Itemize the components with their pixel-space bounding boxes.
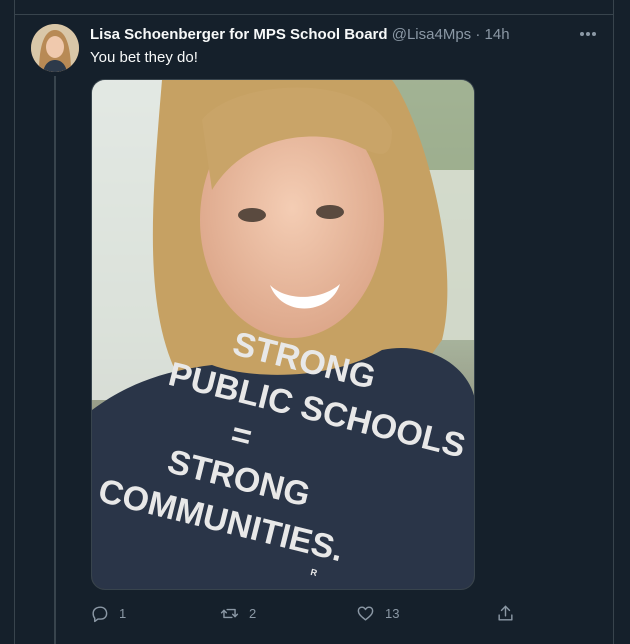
thread-line bbox=[54, 76, 56, 644]
share-icon bbox=[498, 605, 513, 621]
divider bbox=[14, 14, 614, 15]
reply-count: 1 bbox=[119, 605, 127, 621]
author-handle[interactable]: @Lisa4Mps bbox=[392, 26, 471, 43]
like-icon bbox=[357, 605, 374, 621]
like-button[interactable]: 13 bbox=[356, 600, 399, 626]
tweet-header: Lisa Schoenberger for MPS School Board @… bbox=[90, 26, 510, 44]
share-button[interactable] bbox=[496, 600, 515, 626]
retweet-count: 2 bbox=[249, 605, 257, 621]
tweet-actions: 1 2 13 bbox=[90, 600, 520, 626]
timestamp[interactable]: 14h bbox=[485, 26, 510, 43]
author-name[interactable]: Lisa Schoenberger for MPS School Board bbox=[90, 26, 388, 43]
tweet-text: You bet they do! bbox=[90, 49, 198, 66]
tweet-photo[interactable]: STRONG PUBLIC SCHOOLS = STRONG COMMUNITI… bbox=[91, 79, 475, 590]
retweet-icon bbox=[220, 608, 239, 618]
more-button[interactable] bbox=[576, 22, 600, 46]
avatar[interactable] bbox=[31, 24, 79, 72]
reply-button[interactable]: 1 bbox=[90, 600, 126, 626]
photo-image: STRONG PUBLIC SCHOOLS = STRONG COMMUNITI… bbox=[92, 80, 474, 589]
like-count: 13 bbox=[385, 605, 400, 621]
avatar-portrait bbox=[31, 24, 79, 72]
retweet-button[interactable]: 2 bbox=[220, 600, 256, 626]
reply-icon bbox=[92, 605, 108, 622]
more-icon bbox=[580, 32, 596, 36]
separator: · bbox=[475, 26, 481, 43]
